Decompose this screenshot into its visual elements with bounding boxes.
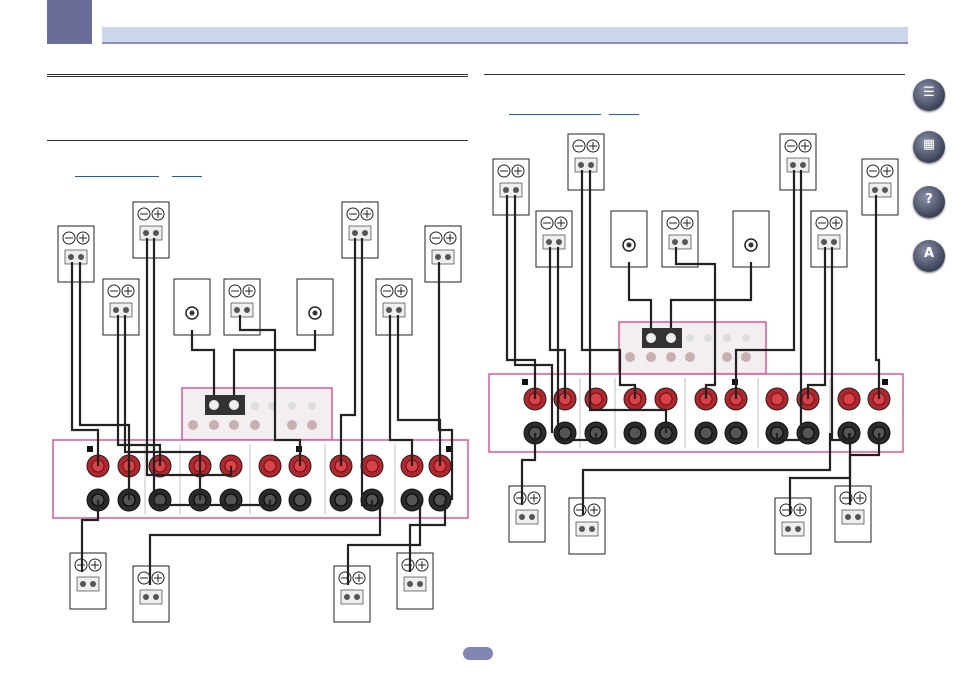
speaker-front-right [375, 278, 413, 336]
speaker-front-left [57, 225, 95, 283]
speaker-rear-right [333, 565, 371, 623]
speaker-front-height-left [132, 201, 170, 259]
wiring-diagrams [52, 133, 904, 623]
speaker-surround-back-right [396, 552, 434, 610]
speaker-surround-back-left [69, 552, 107, 610]
speaker-front-height-right [341, 201, 379, 259]
speaker-center [223, 278, 261, 336]
speaker-surround-right [424, 225, 462, 283]
speaker-center-left [102, 278, 140, 336]
